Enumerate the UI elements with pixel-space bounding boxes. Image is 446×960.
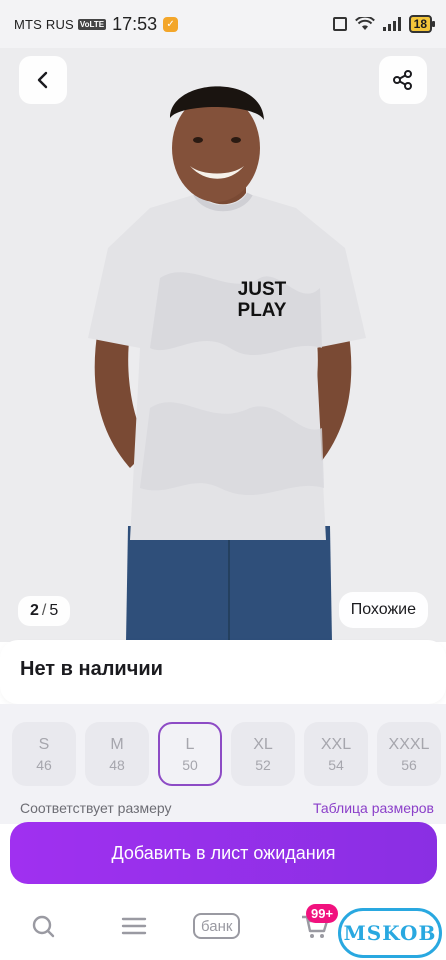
signal-icon <box>382 17 401 31</box>
image-counter-current: 2 <box>30 602 39 619</box>
image-counter-total: 5 <box>49 602 59 619</box>
image-counter-separator: / <box>41 602 47 619</box>
size-number: 56 <box>401 756 417 773</box>
bank-label: банк <box>193 913 241 939</box>
availability-status: Нет в наличии <box>20 658 163 680</box>
size-number: 52 <box>255 756 271 773</box>
carrier-name: MTS RUS <box>14 16 74 32</box>
size-number: 54 <box>328 756 344 773</box>
size-table-link[interactable]: Таблица размеров <box>313 800 434 816</box>
size-selector: S 46 M 48 L 50 XL 52 XXL 54 XXXL 56 Соот… <box>0 704 446 824</box>
notification-app-icon: ✓ <box>163 16 179 32</box>
nav-bank[interactable]: банк <box>193 910 241 942</box>
back-button[interactable] <box>19 56 67 104</box>
size-label: XXXL <box>388 735 430 753</box>
shirt-print-line2: PLAY <box>238 300 287 321</box>
size-number: 46 <box>36 756 52 773</box>
vibrate-icon <box>332 17 347 31</box>
size-number: 48 <box>109 756 125 773</box>
cart-badge: 99+ <box>306 904 339 923</box>
size-label: S <box>38 735 50 753</box>
size-option-s[interactable]: S 46 <box>12 722 76 786</box>
size-option-m[interactable]: M 48 <box>85 722 149 786</box>
menu-icon <box>121 917 147 935</box>
similar-button[interactable]: Похожие <box>338 592 428 628</box>
clock: 17:53 <box>112 13 158 34</box>
nav-catalog[interactable] <box>120 910 148 942</box>
size-label: M <box>110 735 124 753</box>
availability-card: Нет в наличии <box>0 640 446 704</box>
share-icon <box>393 70 412 90</box>
size-label: XL <box>253 735 273 753</box>
status-bar: MTS RUS VoLTE 17:53 ✓ 18 <box>0 0 446 48</box>
size-option-xl[interactable]: XL 52 <box>231 722 295 786</box>
wifi-icon <box>354 17 375 30</box>
size-option-l[interactable]: L 50 <box>158 722 222 786</box>
chevron-left-icon <box>37 71 48 89</box>
size-fit-note: Соответствует размеру <box>20 800 172 816</box>
nav-search[interactable] <box>30 910 58 942</box>
status-icons: 18 <box>332 15 436 33</box>
shirt-print-line1: JUST <box>238 279 287 300</box>
size-option-xxl[interactable]: XXL 54 <box>304 722 368 786</box>
battery-icon: 18 <box>408 15 436 33</box>
volte-icon: VoLTE <box>77 18 107 30</box>
add-to-waitlist-button[interactable]: Добавить в лист ожидания <box>10 822 437 884</box>
watermark-logo: MSKOB <box>338 908 442 958</box>
size-option-xxxl[interactable]: XXXL 56 <box>377 722 441 786</box>
product-image[interactable]: JUST PLAY 2 / 5 Похожие <box>0 48 446 642</box>
search-icon <box>32 915 55 938</box>
size-number: 50 <box>182 756 198 773</box>
size-label: XXL <box>320 735 352 753</box>
image-counter: 2 / 5 <box>18 596 71 626</box>
share-button[interactable] <box>379 56 427 104</box>
product-photo: JUST PLAY <box>0 48 446 642</box>
size-label: L <box>185 735 195 753</box>
size-list: S 46 M 48 L 50 XL 52 XXL 54 XXXL 56 <box>12 722 441 786</box>
